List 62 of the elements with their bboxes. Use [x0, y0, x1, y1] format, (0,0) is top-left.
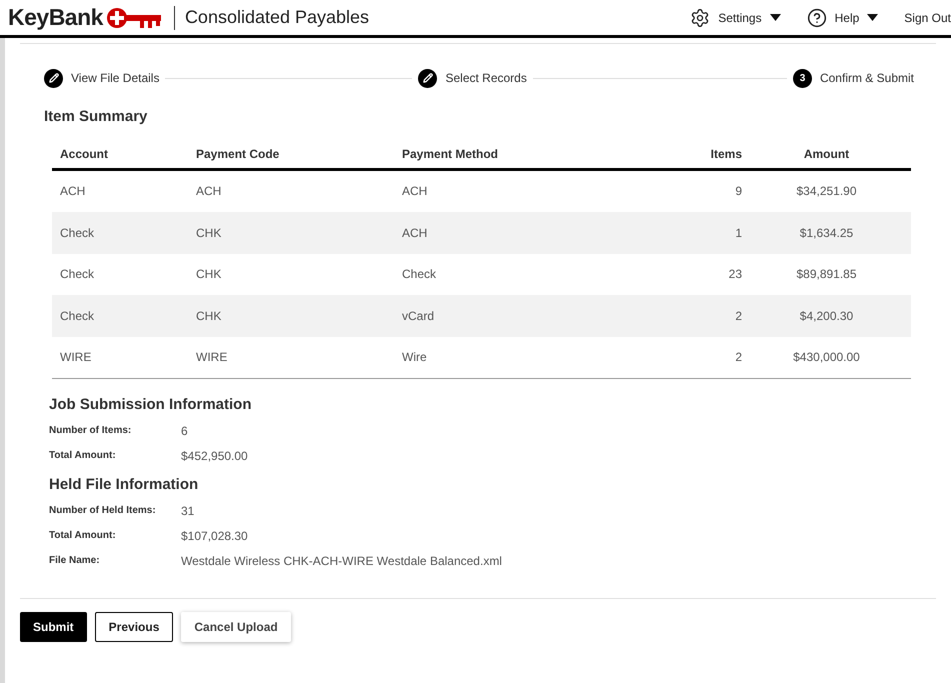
field-value: 31: [181, 502, 194, 520]
field-label: Number of Items:: [49, 424, 132, 438]
section-heading: Job Submission Information: [49, 395, 253, 415]
help-icon: [806, 8, 827, 28]
column-header: Account: [59, 146, 109, 163]
table-cell-text: Check: [59, 308, 96, 325]
step-number: 3: [792, 68, 812, 88]
table-cell-text: $1,634.25: [798, 224, 854, 242]
table-cell-text: $4,200.30: [798, 308, 854, 325]
field-label: Total Amount:: [49, 529, 117, 543]
table-cell-text: CHK: [196, 224, 222, 242]
section-heading: Held File Information: [49, 475, 200, 495]
step-label: View File Details: [71, 70, 160, 87]
cancel-button[interactable]: Cancel Upload: [181, 612, 291, 642]
field-label: Number of Held Items:: [49, 504, 157, 518]
table-cell-text: $34,251.90: [795, 183, 858, 200]
pencil-icon: [418, 68, 438, 88]
table-cell-text: $430,000.00: [792, 349, 861, 366]
menu-dropdown[interactable]: Settings: [690, 8, 781, 28]
table-cell-text: CHK: [196, 266, 222, 284]
menu-dropdown[interactable]: Help: [806, 8, 878, 28]
table-cell-text: WIRE: [196, 349, 228, 366]
table-cell-text: ACH: [402, 183, 428, 200]
field-label: File Name:: [49, 554, 101, 568]
table-cell-text: 2: [734, 308, 742, 325]
field-value: $107,028.30: [181, 528, 248, 544]
brand-logo-text: KeyBank: [8, 3, 103, 32]
pencil-icon: [44, 68, 63, 88]
table-cell-text: Check: [59, 266, 96, 284]
column-header: Items: [710, 146, 742, 163]
table-cell-text: ACH: [196, 183, 222, 200]
section-heading: Item Summary: [43, 107, 148, 127]
table-cell-text: CHK: [196, 308, 222, 325]
column-header: Amount: [802, 146, 850, 163]
table-cell-text: 1: [734, 224, 742, 242]
field-value: $452,950.00: [181, 448, 248, 464]
caret-icon: [770, 14, 781, 21]
table-cell-text: ACH: [402, 224, 428, 242]
field-label: Total Amount:: [49, 449, 117, 463]
table-cell-text: $89,891.85: [795, 266, 858, 284]
table-cell-text: Wire: [402, 349, 428, 366]
table-cell-text: vCard: [402, 308, 436, 325]
table-cell-text: WIRE: [59, 349, 92, 366]
field-value: 6: [181, 422, 188, 440]
table-cell-text: Check: [59, 224, 96, 242]
table-cell-text: 9: [734, 183, 742, 200]
table-cell-text: 2: [734, 349, 742, 366]
settings-icon: [690, 8, 710, 28]
previous-button[interactable]: Previous: [94, 612, 174, 642]
menu-link[interactable]: Sign Out: [904, 8, 951, 26]
step-label: Confirm & Submit: [820, 70, 914, 87]
field-value: Westdale Wireless CHK-ACH-WIRE Westdale Balanced.xml: [181, 552, 502, 570]
submit-button[interactable]: Submit: [20, 612, 87, 642]
caret-icon: [867, 14, 878, 21]
app-title: Consolidated Payables: [184, 6, 370, 29]
step-label: Select Records: [445, 70, 527, 87]
table-cell-text: Check: [402, 266, 438, 284]
table-cell-text: ACH: [59, 183, 86, 200]
column-header: Payment Method: [402, 146, 500, 163]
key-logo-icon: [106, 6, 164, 28]
table-cell-text: 23: [728, 266, 742, 284]
column-header: Payment Code: [196, 146, 280, 163]
